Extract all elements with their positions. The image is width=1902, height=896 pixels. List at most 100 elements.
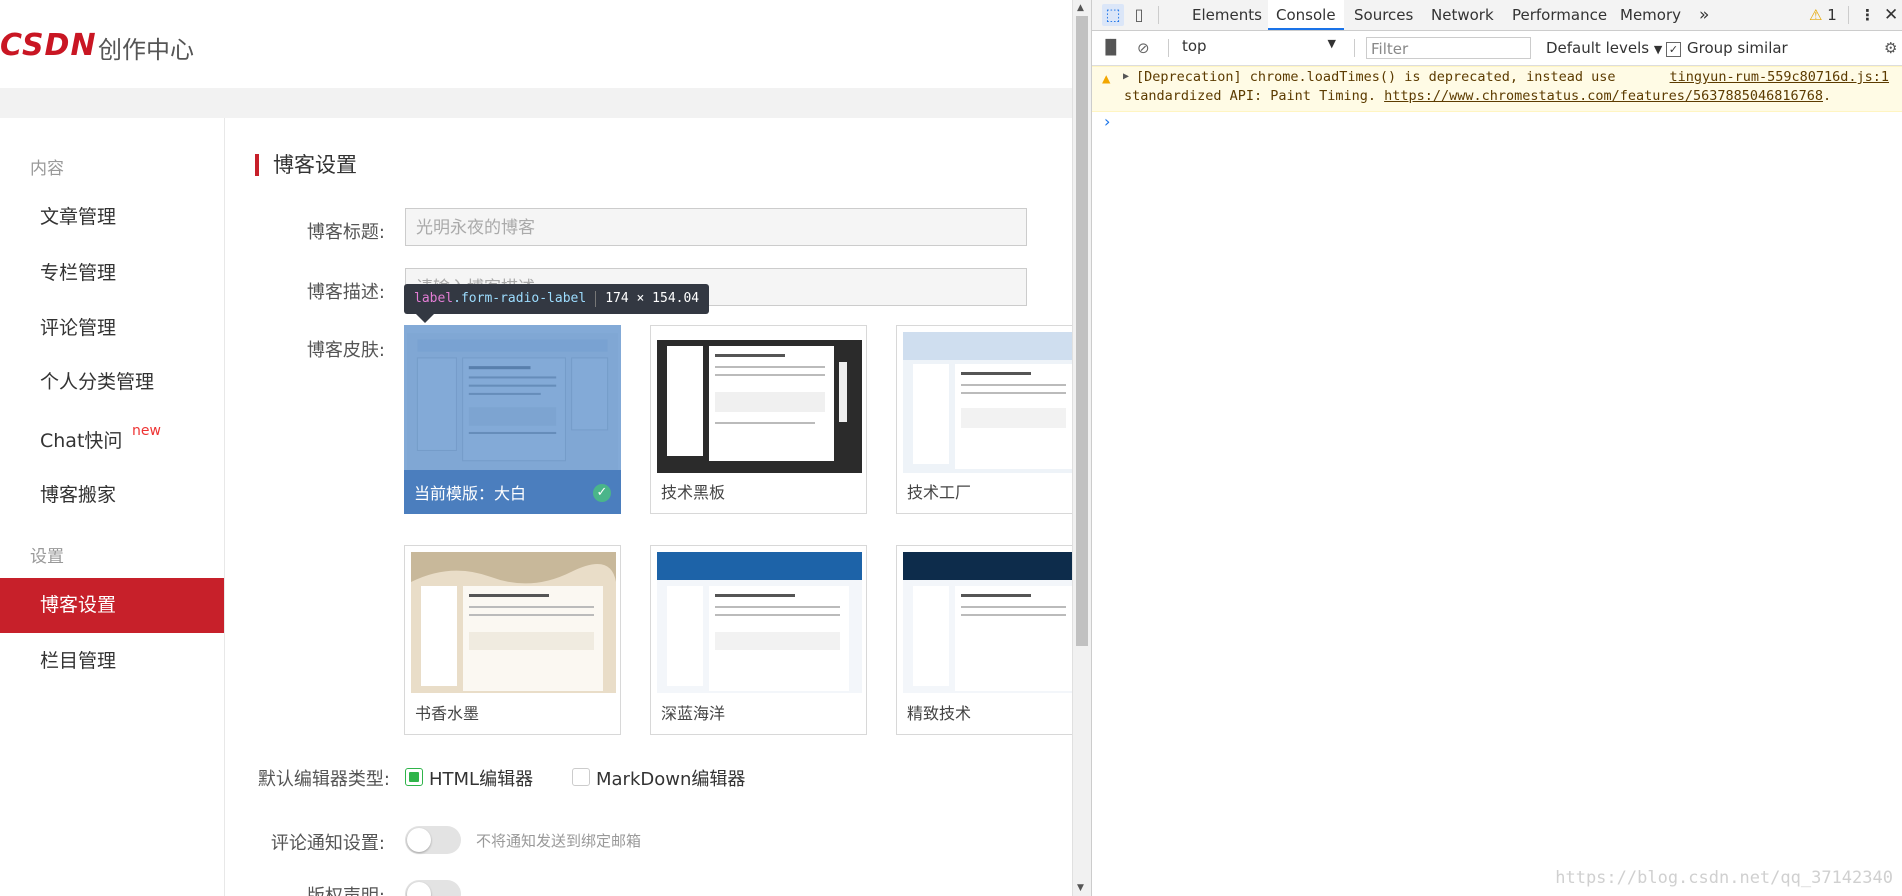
tooltip-tag: label [414, 291, 454, 306]
group-similar-checkbox[interactable]: ✓ Group similar [1666, 37, 1788, 59]
comment-notify-label: 评论通知设置: [270, 833, 385, 854]
warning-text-line2: standardized API: Paint Timing. https://… [1124, 88, 1832, 104]
sidebar-item-chat[interactable]: Chat快问 new [0, 414, 224, 468]
skin-caption: 当前模版：大白 [414, 484, 527, 503]
sidebar-section-content: 内容 [30, 159, 64, 179]
tab-network[interactable]: Network [1431, 0, 1494, 30]
tooltip-size: 174 × 154.04 [605, 291, 700, 306]
console-toolbar: ▐▌ ⊘ top ▼ Filter Default levels ▼ ✓ Group… [1092, 31, 1902, 66]
devtools-tab-bar: ⬚ ▯ Elements Console Sources Network Per… [1092, 0, 1902, 31]
sidebar-item-column-settings[interactable]: 栏目管理 [0, 634, 224, 688]
top-header: CSDN 创作中心 [0, 0, 1072, 88]
console-filter-input[interactable]: Filter [1366, 37, 1531, 59]
skin-card-refined[interactable]: 精致技术 [896, 545, 1072, 735]
tooltip-class: .form-radio-label [453, 291, 587, 306]
skin-thumbnail [657, 332, 862, 473]
skin-card-blackboard[interactable]: 技术黑板 [650, 325, 867, 514]
scroll-thumb[interactable] [1076, 16, 1088, 646]
sidebar-item-blog-settings[interactable]: 博客设置 [0, 578, 224, 633]
sidebar-toggle-icon[interactable]: ▐▌ [1100, 37, 1122, 59]
inspect-element-icon[interactable]: ⬚ [1102, 4, 1124, 26]
expand-triangle-icon[interactable]: ▶ [1123, 71, 1129, 82]
skin-caption: 技术工厂 [907, 483, 972, 502]
context-selector[interactable]: top ▼ [1182, 37, 1340, 59]
settings-gear-icon[interactable]: ⚙ [1884, 37, 1897, 59]
sidebar-item-label: Chat快问 [40, 430, 123, 452]
tab-memory[interactable]: Memory [1620, 0, 1681, 30]
sidebar-item-label: 专栏管理 [40, 262, 117, 284]
skin-card-ocean[interactable]: 深蓝海洋 [650, 545, 867, 735]
page-scrollbar[interactable]: ▲ ▼ [1072, 0, 1091, 896]
header-band [0, 88, 1072, 118]
logo-subtitle: 创作中心 [98, 36, 194, 64]
copyright-label: 版权声明: [225, 882, 385, 896]
editor-type-label: 默认编辑器类型: [257, 769, 390, 790]
skin-thumbnail [903, 332, 1072, 473]
sidebar-item-label: 博客设置 [40, 594, 117, 616]
new-badge: new [132, 423, 161, 439]
markdown-editor-option-label[interactable]: MarkDown编辑器 [596, 765, 745, 791]
sidebar-section-settings: 设置 [30, 547, 64, 567]
more-tabs-icon[interactable]: » [1699, 0, 1709, 30]
warning-count-icon[interactable]: ⚠ 1 [1809, 0, 1837, 30]
tab-performance[interactable]: Performance [1512, 0, 1607, 30]
sidebar-item-columns[interactable]: 专栏管理 [0, 246, 224, 300]
sidebar-item-comments[interactable]: 评论管理 [0, 301, 224, 355]
skin-caption: 书香水墨 [415, 704, 480, 723]
tooltip-arrow [416, 314, 434, 323]
sidebar-item-label: 栏目管理 [40, 650, 117, 672]
inspector-tooltip: label.form-radio-label 174 × 154.04 [404, 284, 710, 314]
scroll-up-arrow[interactable]: ▲ [1077, 3, 1084, 13]
skin-thumbnail [411, 552, 616, 693]
blog-desc-label: 博客描述: [306, 282, 385, 303]
blog-title-input[interactable]: 光明永夜的博客 [405, 208, 1027, 246]
warning-text-line1: [Deprecation] chrome.loadTimes() is depr… [1136, 69, 1616, 85]
skin-thumbnail [903, 552, 1072, 693]
skin-thumbnail [657, 552, 862, 693]
device-toolbar-icon[interactable]: ▯ [1128, 4, 1150, 26]
skin-card-dabai[interactable]: 当前模版：大白 ✓ [404, 325, 621, 514]
markdown-editor-radio[interactable] [572, 768, 590, 786]
sidebar-item-categories[interactable]: 个人分类管理 [0, 355, 224, 409]
console-prompt[interactable]: › [1104, 112, 1110, 131]
tab-sources[interactable]: Sources [1354, 0, 1413, 30]
context-value: top [1182, 37, 1207, 55]
skin-card-ink[interactable]: 书香水墨 [404, 545, 621, 735]
clear-console-icon[interactable]: ⊘ [1137, 37, 1150, 59]
blog-skin-label: 博客皮肤: [306, 340, 385, 361]
html-editor-radio[interactable] [405, 768, 423, 786]
log-levels-dropdown[interactable]: Default levels ▼ [1546, 37, 1662, 61]
sidebar-item-label: 文章管理 [40, 206, 117, 228]
comment-notify-toggle[interactable] [405, 826, 461, 854]
scroll-down-arrow[interactable]: ▼ [1077, 883, 1084, 893]
watermark: https://blog.csdn.net/qq_37142340 [1555, 868, 1893, 888]
devtools-panel: ⬚ ▯ Elements Console Sources Network Per… [1091, 0, 1902, 896]
sidebar-item-articles[interactable]: 文章管理 [0, 190, 224, 244]
skin-caption: 深蓝海洋 [661, 704, 726, 723]
sidebar-item-label: 评论管理 [40, 317, 117, 339]
tab-elements[interactable]: Elements [1192, 0, 1262, 30]
sidebar-item-label: 博客搬家 [40, 484, 117, 506]
page-area: CSDN 创作中心 内容 文章管理 专栏管理 评论管理 个人分类管理 Chat快… [0, 0, 1072, 896]
chromestatus-link[interactable]: https://www.chromestatus.com/features/56… [1384, 88, 1823, 104]
sidebar-item-migrate[interactable]: 博客搬家 [0, 468, 224, 522]
skin-card-factory[interactable]: 技术工厂 [896, 325, 1072, 514]
console-warning-message[interactable]: ▲ ▶ [Deprecation] chrome.loadTimes() is … [1092, 66, 1902, 112]
csdn-logo[interactable]: CSDN [0, 28, 97, 63]
warning-count: 1 [1827, 6, 1837, 24]
html-editor-option-label[interactable]: HTML编辑器 [429, 765, 533, 791]
skin-caption: 精致技术 [907, 704, 972, 723]
kebab-menu-icon[interactable]: ⋮ [1860, 0, 1875, 30]
copyright-toggle[interactable] [405, 880, 461, 896]
blog-title-label: 博客标题: [306, 222, 385, 243]
page-title: 博客设置 [255, 154, 357, 176]
checkbox-icon: ✓ [1666, 42, 1681, 57]
warning-source-link[interactable]: tingyun-rum-559c80716d.js:1 [1670, 69, 1889, 85]
check-icon: ✓ [593, 484, 611, 502]
sidebar: 内容 文章管理 专栏管理 评论管理 个人分类管理 Chat快问 new 博客搬家 … [0, 118, 225, 896]
warning-icon: ▲ [1102, 71, 1111, 87]
comment-notify-text: 不将通知发送到绑定邮箱 [476, 832, 642, 850]
close-icon[interactable]: ✕ [1884, 0, 1898, 30]
tab-console[interactable]: Console [1268, 0, 1344, 30]
sidebar-item-label: 个人分类管理 [40, 371, 155, 393]
